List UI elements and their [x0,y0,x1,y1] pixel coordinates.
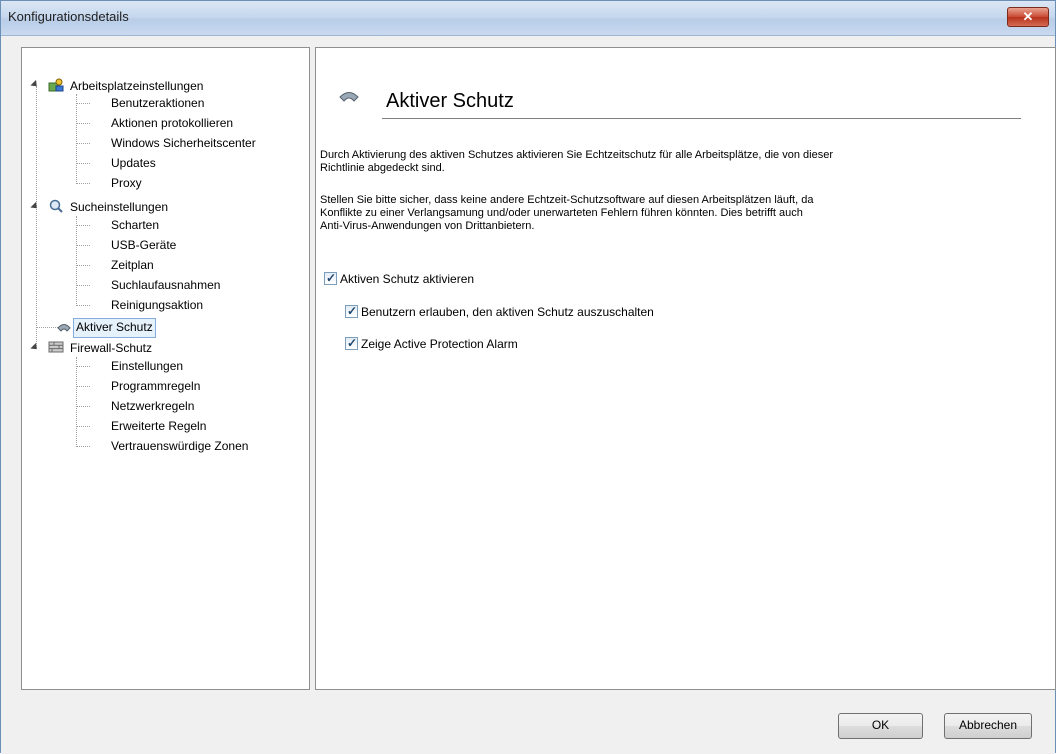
show-alarm-label[interactable]: Zeige Active Protection Alarm [361,337,518,351]
description-line: Durch Aktivierung des aktiven Schutzes a… [320,149,833,161]
tree-connector [76,446,90,447]
ok-button[interactable]: OK [838,713,923,739]
allow-users-disable-label[interactable]: Benutzern erlauben, den aktiven Schutz a… [361,305,654,319]
title-bar[interactable]: Konfigurationsdetails ✕ [1,1,1055,36]
tree-item-proxy[interactable]: Proxy [111,173,142,193]
settings-tree: Arbeitsplatzeinstellungen Benutzeraktion… [21,47,310,690]
tree-connector [76,103,90,104]
tree-item-aktionen-protokollieren[interactable]: Aktionen protokollieren [111,113,233,133]
show-alarm-checkbox[interactable]: ✓ [345,336,358,350]
tree-item-windows-sicherheitscenter[interactable]: Windows Sicherheitscenter [111,133,256,153]
tree-connector [76,143,90,144]
tree-connector [76,163,90,164]
tree-connector [76,265,90,266]
page-title: Aktiver Schutz [386,90,514,112]
tree-connector [76,386,90,387]
workstation-settings-icon [48,78,64,92]
tree-item-usb-geraete[interactable]: USB-Geräte [111,235,176,255]
tree-item-updates[interactable]: Updates [111,153,156,173]
tree-connector [76,285,90,286]
tree-root-line [36,86,37,348]
expander-arbeitsplatz[interactable] [30,79,40,90]
tree-branch-line [76,94,77,184]
tree-item-aktiver-schutz[interactable]: Aktiver Schutz [73,318,156,338]
checkmark-icon: ✓ [347,336,358,350]
description-line: Stellen Sie bitte sicher, dass keine and… [320,194,814,206]
expander-sucheinstellungen[interactable] [30,201,40,212]
tree-item-reinigungsaktion[interactable]: Reinigungsaktion [111,295,203,315]
description-line: Konflikte zu einer Verlangsamung und/ode… [320,207,803,219]
tree-connector [36,327,58,328]
tree-item-vertrauenswuerdige-zonen[interactable]: Vertrauenswürdige Zonen [111,436,248,456]
cancel-button[interactable]: Abbrechen [944,713,1032,739]
close-icon: ✕ [1022,9,1034,24]
description-line: Anti-Virus-Anwendungen von Drittanbieter… [320,220,535,232]
active-protection-icon [339,92,359,102]
firewall-icon [48,341,64,353]
tree-connector [76,426,90,427]
tree-branch-line [76,216,77,306]
tree-connector [76,406,90,407]
window-title: Konfigurationsdetails [8,9,129,24]
tree-connector [76,123,90,124]
tree-connector [76,183,90,184]
allow-users-disable-checkbox[interactable]: ✓ [345,304,358,318]
tree-item-einstellungen[interactable]: Einstellungen [111,356,183,376]
checkmark-icon: ✓ [347,304,358,318]
content-panel: Aktiver Schutz Durch Aktivierung des akt… [315,47,1056,690]
tree-item-suchorten[interactable]: Scharten [111,215,159,235]
tree-connector [76,305,90,306]
tree-connector [76,245,90,246]
config-details-window: Konfigurationsdetails ✕ Arbeitsplatzeins… [0,0,1056,754]
tree-item-erweiterte-regeln[interactable]: Erweiterte Regeln [111,416,206,436]
tree-connector [76,225,90,226]
tree-connector [76,366,90,367]
tree-item-netzwerkregeln[interactable]: Netzwerkregeln [111,396,194,416]
expander-firewall[interactable] [30,342,40,353]
description-paragraph-2: Stellen Sie bitte sicher, dass keine and… [320,194,1000,233]
tree-branch-line [76,357,77,447]
enable-active-protection-label[interactable]: Aktiven Schutz aktivieren [340,272,474,286]
tree-item-zeitplan[interactable]: Zeitplan [111,255,154,275]
tree-group-firewall[interactable]: Firewall-Schutz [70,338,152,358]
enable-active-protection-row[interactable]: ✓ Aktiven Schutz aktivieren [324,271,474,289]
active-protection-icon [57,324,71,332]
search-settings-icon [49,199,63,213]
tree-item-benutzeraktionen[interactable]: Benutzeraktionen [111,93,204,113]
show-alarm-row[interactable]: ✓ Zeige Active Protection Alarm [345,336,518,354]
close-button[interactable]: ✕ [1007,7,1049,27]
title-divider [382,118,1021,119]
enable-active-protection-checkbox[interactable]: ✓ [324,271,337,285]
tree-item-programmregeln[interactable]: Programmregeln [111,376,200,396]
tree-group-search[interactable]: Sucheinstellungen [70,197,168,217]
allow-users-disable-row[interactable]: ✓ Benutzern erlauben, den aktiven Schutz … [345,304,654,322]
description-line: Richtlinie abgedeckt sind. [320,162,445,174]
checkmark-icon: ✓ [326,271,337,285]
tree-item-suchlaufausnahmen[interactable]: Suchlaufausnahmen [111,275,220,295]
description-paragraph-1: Durch Aktivierung des aktiven Schutzes a… [320,149,1000,175]
